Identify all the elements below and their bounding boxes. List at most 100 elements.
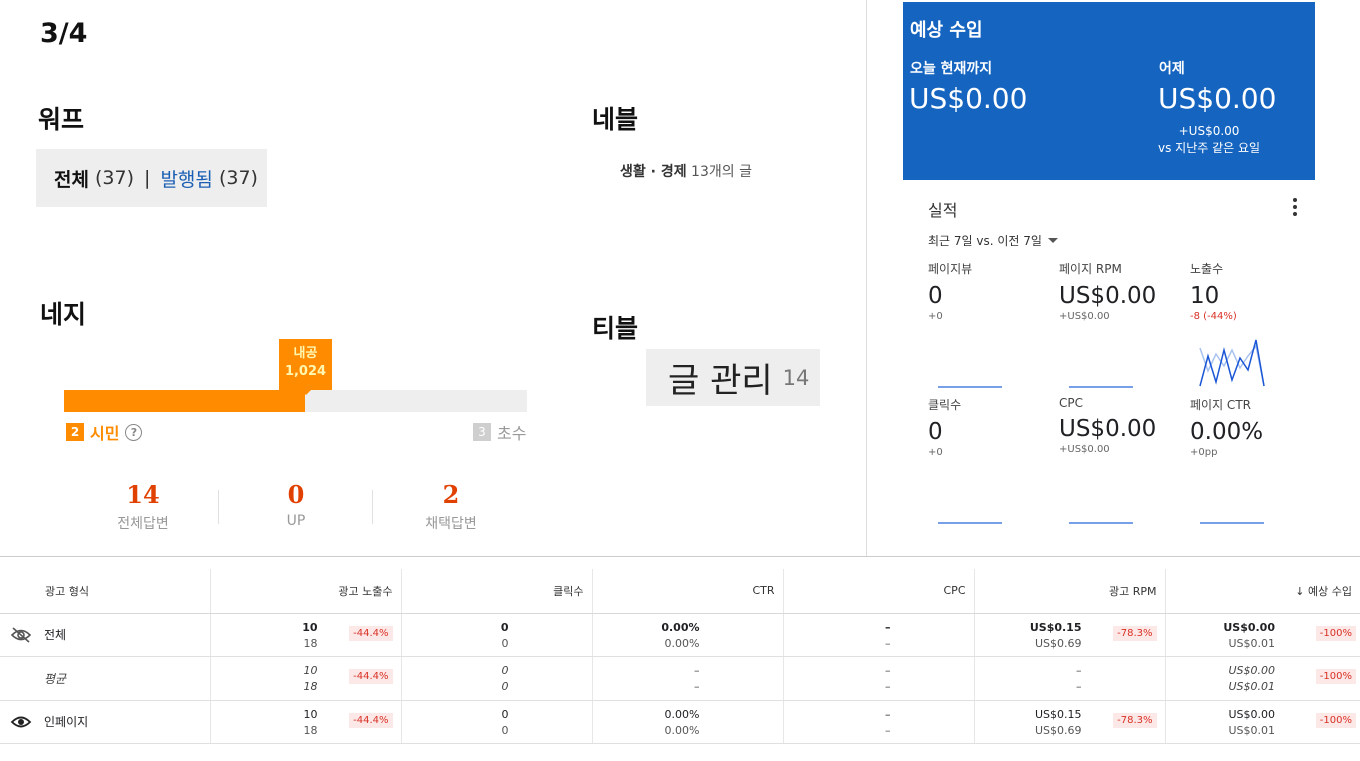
- rpm-current: –: [1076, 664, 1082, 677]
- clicks-previous: 0: [501, 723, 509, 737]
- naegong-label: 내공: [293, 346, 318, 361]
- earnings-previous: US$0.01: [1228, 723, 1275, 737]
- metric-page-rpm[interactable]: 페이지 RPM US$0.00 +US$0.00: [1059, 260, 1189, 322]
- earnings-title: 예상 수입: [910, 20, 983, 41]
- stat-label: UP: [286, 513, 306, 529]
- eye-off-icon[interactable]: [8, 627, 34, 643]
- filter-published-count: (37): [218, 167, 258, 189]
- eye-icon[interactable]: [8, 714, 34, 730]
- metric-impressions[interactable]: 노출수 10 -8 (-44%): [1190, 260, 1320, 322]
- rpm-current: US$0.15: [1029, 620, 1082, 634]
- cpc-previous: –: [885, 636, 891, 650]
- impressions-current: 10: [302, 620, 318, 634]
- naver-blog-title: 네블: [592, 105, 639, 134]
- yesterday-delta: +US$0.00 vs 지난주 같은 요일: [1158, 123, 1260, 157]
- clicks-current: 0: [501, 707, 509, 721]
- metric-delta: +US$0.00: [1059, 311, 1110, 322]
- col-ad-impressions[interactable]: 광고 노출수: [210, 569, 402, 614]
- metric-cpc[interactable]: CPC US$0.00 +US$0.00: [1059, 396, 1189, 455]
- current-level-name: 시민: [90, 424, 120, 443]
- stat-value: 14: [126, 480, 160, 509]
- page-ctr-sparkline: [1200, 522, 1264, 524]
- metric-page-ctr[interactable]: 페이지 CTR 0.00% +0pp: [1190, 396, 1320, 458]
- filter-all-count: (37): [95, 167, 135, 189]
- metric-delta: +0: [928, 311, 943, 322]
- stat-total-answers[interactable]: 14 전체답변: [78, 480, 208, 533]
- impressions-current: 10: [303, 707, 318, 721]
- ctr-previous: 0.00%: [664, 723, 700, 737]
- rpm-previous: US$0.69: [1034, 723, 1082, 737]
- earnings-previous: US$0.01: [1228, 636, 1275, 650]
- next-level-name: 초수: [497, 424, 527, 443]
- stat-value: 2: [442, 480, 460, 509]
- cpc-current: –: [885, 664, 891, 677]
- col-estimated-earnings[interactable]: ↓ 예상 수입: [1165, 569, 1360, 614]
- period-selector[interactable]: 최근 7일 vs. 이전 7일: [928, 232, 1058, 249]
- help-icon[interactable]: ?: [125, 423, 143, 441]
- stat-up[interactable]: 0 UP: [231, 480, 361, 529]
- next-level-number: 3: [473, 423, 491, 441]
- impressions-sparkline: [1199, 339, 1265, 387]
- stat-label: 채택답변: [425, 516, 477, 532]
- table-row[interactable]: 전체 10 18 -44.4% 0 0 0.00% 0.00% – – US$0.15 US…: [0, 613, 1360, 657]
- ctr-current: –: [694, 664, 700, 677]
- page-index: 3/4: [40, 18, 88, 49]
- metric-value: 0: [928, 283, 943, 309]
- stat-value: 0: [287, 480, 305, 509]
- pageviews-sparkline: [938, 386, 1002, 388]
- rpm-previous: US$0.69: [1034, 636, 1082, 650]
- naver-kin-title: 네지: [40, 300, 87, 329]
- col-estimated-earnings-label: 예상 수입: [1308, 584, 1352, 598]
- filter-all-link[interactable]: 전체: [54, 165, 89, 192]
- col-ad-format[interactable]: 광고 형식: [0, 569, 211, 614]
- stat-selected-answers[interactable]: 2 채택답변: [386, 480, 516, 533]
- impressions-change-chip: -44.4%: [349, 669, 393, 684]
- clicks-sparkline: [938, 522, 1002, 524]
- col-ctr[interactable]: CTR: [592, 569, 784, 614]
- ctr-previous: 0.00%: [664, 636, 700, 650]
- col-clicks[interactable]: 클릭수: [401, 569, 593, 614]
- performance-title: 실적: [928, 201, 958, 220]
- ctr-previous: –: [694, 680, 700, 693]
- rpm-current: US$0.15: [1034, 707, 1082, 721]
- clicks-previous: 0: [501, 636, 509, 650]
- level-progress-fill: [64, 390, 305, 412]
- dropdown-caret-icon: [1047, 238, 1058, 243]
- more-options-icon[interactable]: [1288, 196, 1302, 218]
- filter-published-link[interactable]: 발행됨: [160, 165, 212, 192]
- tistory-manage-posts[interactable]: 글 관리 14: [646, 349, 820, 406]
- col-ad-rpm[interactable]: 광고 RPM: [974, 569, 1166, 614]
- next-level: 3 초수: [473, 420, 526, 444]
- cpc-current: –: [885, 620, 891, 634]
- earnings-change-chip: -100%: [1315, 712, 1356, 728]
- table-row[interactable]: 인페이지 10 18 -44.4% 0 0 0.00% 0.00% – – US$0.15…: [0, 700, 1360, 744]
- metric-label: 클릭수: [928, 398, 962, 412]
- metric-pageviews[interactable]: 페이지뷰 0 +0: [928, 260, 1058, 322]
- metric-delta: +0: [928, 447, 943, 458]
- delta-compare: vs 지난주 같은 요일: [1158, 141, 1261, 155]
- table-row[interactable]: 평균 10 18 -44.4% 0 0 – – – – – – US$0.00 US$0.01…: [0, 656, 1360, 701]
- earnings-current: US$0.00: [1228, 707, 1275, 721]
- today-label: 오늘 현재까지: [910, 61, 993, 77]
- clicks-current: 0: [501, 664, 509, 677]
- rpm-change-chip: -78.3%: [1113, 625, 1157, 641]
- clicks-current: 0: [500, 620, 509, 634]
- estimated-earnings-card: 예상 수입 오늘 현재까지 US$0.00 어제 US$0.00 +US$0.0…: [903, 2, 1315, 180]
- col-cpc[interactable]: CPC: [783, 569, 975, 614]
- metric-clicks[interactable]: 클릭수 0 +0: [928, 396, 1058, 458]
- post-count: 13개의 글: [691, 164, 752, 180]
- impressions-previous: 18: [303, 636, 318, 650]
- ctr-current: 0.00%: [661, 620, 700, 634]
- sort-arrow-icon: ↓: [1295, 584, 1305, 598]
- impressions-current: 10: [303, 664, 318, 677]
- metric-label: 페이지 CTR: [1190, 398, 1251, 412]
- wordpress-post-filter: 전체 (37) | 발행됨 (37): [36, 149, 267, 207]
- category-link[interactable]: 생활 · 경제: [620, 164, 687, 180]
- rpm-previous: –: [1076, 680, 1082, 693]
- metric-value: US$0.00: [1059, 416, 1157, 442]
- cpc-previous: –: [885, 723, 891, 737]
- table-header-row: 광고 형식 광고 노출수 클릭수 CTR CPC 광고 RPM ↓ 예상 수입: [0, 569, 1360, 614]
- ad-format-table: 광고 형식 광고 노출수 클릭수 CTR CPC 광고 RPM ↓ 예상 수입 …: [0, 569, 1360, 744]
- manage-posts-label: 글 관리: [668, 361, 773, 401]
- impressions-previous: 18: [303, 723, 318, 737]
